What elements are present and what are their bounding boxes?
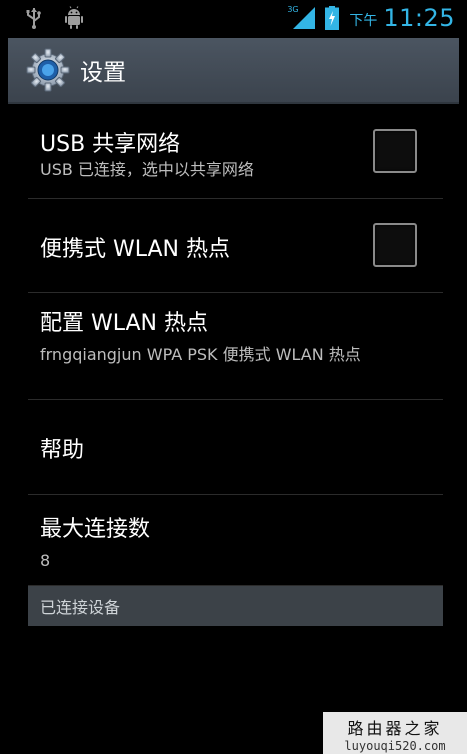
status-period: 下午 [349, 13, 378, 29]
watermark-name: 路由器之家 [347, 719, 443, 738]
screen: 3G 下午 11:25 设置 USB 共享网络 USB 已连接，选中以共享网络 … [0, 0, 467, 754]
settings-list: USB 共享网络 USB 已连接，选中以共享网络 便携式 WLAN 热点 配置 … [28, 104, 443, 586]
help-title: 帮助 [40, 438, 85, 463]
status-time: 11:25 [383, 4, 455, 32]
configure-hotspot-title: 配置 WLAN 热点 [40, 311, 209, 336]
network-type: 3G [287, 5, 299, 14]
usb-tethering-checkbox[interactable] [373, 129, 417, 173]
status-bar: 3G 下午 11:25 [0, 0, 467, 36]
max-connections-value: 8 [40, 551, 51, 570]
max-connections-row[interactable]: 最大连接数 8 [28, 495, 443, 586]
help-row[interactable]: 帮助 [28, 400, 443, 495]
usb-tethering-row[interactable]: USB 共享网络 USB 已连接，选中以共享网络 [28, 104, 443, 199]
battery-charging-icon [325, 6, 340, 30]
configure-hotspot-row[interactable]: 配置 WLAN 热点 frngqiangjun WPA PSK 便携式 WLAN… [28, 293, 443, 400]
portable-hotspot-checkbox[interactable] [373, 223, 417, 267]
title-bar: 设置 [8, 38, 459, 104]
connected-devices-header: 已连接设备 [28, 586, 443, 626]
configure-hotspot-summary: frngqiangjun WPA PSK 便携式 WLAN 热点 [40, 345, 361, 364]
portable-hotspot-row[interactable]: 便携式 WLAN 热点 [28, 199, 443, 293]
settings-gear-icon[interactable] [26, 48, 70, 92]
watermark-url: luyouqi520.com [344, 739, 446, 753]
max-connections-title: 最大连接数 [40, 517, 151, 542]
signal-icon: 3G [287, 5, 317, 31]
watermark: 路由器之家 luyouqi520.com [323, 712, 467, 754]
page-title: 设置 [80, 60, 126, 86]
usb-icon [26, 8, 41, 29]
android-debug-icon [65, 6, 83, 29]
